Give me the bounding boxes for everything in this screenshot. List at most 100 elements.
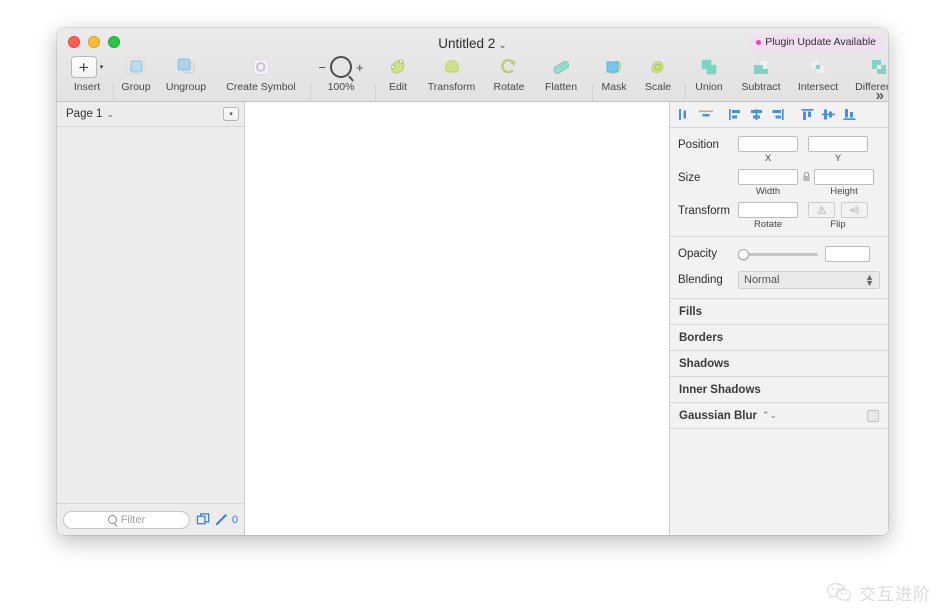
page-selector-row[interactable]: Page 1 ⌄ ▾ <box>57 102 244 127</box>
toolbar-transform[interactable]: Transform <box>419 54 484 93</box>
mask-icon <box>606 60 622 74</box>
zoom-glyph: − + <box>310 54 372 80</box>
size-height-wrap: Height <box>814 169 874 197</box>
minimize-button[interactable] <box>88 36 100 48</box>
distribute-left-icon[interactable] <box>725 105 746 125</box>
size-width-input[interactable] <box>738 169 798 185</box>
opacity-input[interactable] <box>825 246 870 262</box>
toolbar-union[interactable]: Union <box>685 54 733 93</box>
toolbar-mask[interactable]: Mask <box>592 54 636 93</box>
duplicate-icon[interactable] <box>196 512 211 527</box>
rotate-sublabel: Rotate <box>754 219 782 230</box>
zoom-out-button[interactable]: − <box>318 61 326 74</box>
section-shadows[interactable]: Shadows <box>670 351 888 377</box>
distribute-right-icon[interactable] <box>767 105 788 125</box>
sidebar-footer-icons: 0 <box>196 512 238 527</box>
toolbar-rotate-label: Rotate <box>493 81 525 93</box>
toolbar-intersect-label: Intersect <box>797 81 839 93</box>
size-width-wrap: Width <box>738 169 798 197</box>
opacity-label: Opacity <box>678 248 717 260</box>
toolbar-scale-label: Scale <box>644 81 672 93</box>
blending-label: Blending <box>678 274 723 286</box>
toolbar-insert[interactable]: + ▾ Insert <box>65 54 109 93</box>
page-list-toggle-button[interactable]: ▾ <box>223 107 239 121</box>
opacity-slider-track <box>738 253 818 256</box>
toolbar-rotate[interactable]: Rotate <box>484 54 534 93</box>
blending-row: Blending Normal ▲ ▼ <box>678 271 880 289</box>
position-y-sublabel: Y <box>834 153 842 164</box>
section-fills[interactable]: Fills <box>670 299 888 325</box>
close-button[interactable] <box>68 36 80 48</box>
align-top-icon[interactable] <box>797 105 818 125</box>
gaussian-blur-checkbox[interactable] <box>867 409 879 422</box>
filter-input[interactable]: Filter <box>63 510 190 529</box>
align-left-icon[interactable] <box>674 105 695 125</box>
section-borders-label: Borders <box>679 331 724 344</box>
toolbar: Untitled 2 ⌄ Plugin Update Available + ▾ … <box>57 28 888 118</box>
blending-selected-value: Normal <box>744 274 780 286</box>
rotate-input[interactable] <box>738 202 798 218</box>
blur-type-stepper-icon[interactable]: ⌃⌄ <box>762 410 777 421</box>
section-gaussian-blur[interactable]: Gaussian Blur ⌃⌄ <box>670 403 888 429</box>
screenshot-root: Untitled 2 ⌄ Plugin Update Available + ▾ … <box>0 0 945 615</box>
filter-placeholder-label: Filter <box>120 513 146 526</box>
zoom-in-button[interactable]: + <box>356 61 364 74</box>
toolbar-scale[interactable]: Scale <box>636 54 680 93</box>
toolbar-ungroup[interactable]: Ungroup <box>159 54 213 93</box>
position-label: Position <box>678 139 719 151</box>
section-shadows-label: Shadows <box>679 357 730 370</box>
section-inner-shadows[interactable]: Inner Shadows <box>670 377 888 403</box>
align-middle-icon[interactable] <box>818 105 839 125</box>
size-height-input[interactable] <box>814 169 874 185</box>
stepper-icon: ▲ ▼ <box>865 272 874 288</box>
blending-select[interactable]: Normal ▲ ▼ <box>738 271 880 289</box>
toolbar-create-symbol-label: Create Symbol <box>226 81 296 93</box>
pencil-icon[interactable] <box>214 512 229 527</box>
position-y-input[interactable] <box>808 136 868 152</box>
section-fills-label: Fills <box>679 305 703 318</box>
toolbar-zoom[interactable]: − + 100% <box>310 54 372 93</box>
magnifier-icon[interactable] <box>330 56 352 78</box>
position-x-input[interactable] <box>738 136 798 152</box>
opacity-slider-knob[interactable] <box>738 248 749 260</box>
rotate-glyph <box>484 54 534 80</box>
flip-horizontal-icon[interactable] <box>841 202 868 218</box>
app-window: Untitled 2 ⌄ Plugin Update Available + ▾ … <box>57 28 888 535</box>
align-bottom-icon[interactable] <box>839 105 860 125</box>
wechat-icon <box>827 582 851 602</box>
toolbar-create-symbol[interactable]: Create Symbol <box>213 54 309 93</box>
toolbar-group[interactable]: Group <box>113 54 159 93</box>
group-icon <box>126 57 146 75</box>
difference-icon <box>872 60 886 74</box>
sidebar-footer: Filter 0 <box>57 503 244 535</box>
size-row: Size Width Height <box>670 169 888 197</box>
position-x-wrap: X <box>738 136 798 164</box>
flip-sublabel: Flip <box>830 219 846 230</box>
toolbar-edit[interactable]: Edit <box>377 54 419 93</box>
align-center-horizontal-icon[interactable] <box>695 105 716 125</box>
toolbar-ungroup-label: Ungroup <box>165 81 207 93</box>
appearance-section: Opacity Blending Normal ▲ ▼ <box>670 237 888 299</box>
window-body: Page 1 ⌄ ▾ Filter 0 Position X Y Size Wi… <box>57 102 888 535</box>
flip-vertical-icon[interactable] <box>808 202 835 218</box>
layer-list[interactable] <box>57 127 244 503</box>
chevron-down-icon: ⌄ <box>106 108 114 119</box>
distribute-center-icon[interactable] <box>746 105 767 125</box>
zoom-button[interactable] <box>108 36 120 48</box>
toolbar-union-label: Union <box>695 81 723 93</box>
page-name-label: Page 1 <box>66 108 103 120</box>
size-height-sublabel: Height <box>830 186 858 197</box>
size-label: Size <box>678 172 701 184</box>
opacity-row: Opacity <box>678 246 880 262</box>
toolbar-flatten[interactable]: Flatten <box>534 54 588 93</box>
chevron-down-icon: ⌄ <box>498 40 507 51</box>
toolbar-transform-label: Transform <box>427 81 476 93</box>
rotate-icon <box>501 59 516 74</box>
section-borders[interactable]: Borders <box>670 325 888 351</box>
lock-icon[interactable] <box>801 169 811 182</box>
toolbar-intersect[interactable]: Intersect <box>789 54 847 93</box>
toolbar-subtract[interactable]: Subtract <box>733 54 789 93</box>
opacity-slider[interactable] <box>738 248 818 260</box>
canvas-area[interactable] <box>245 102 670 535</box>
plugin-update-badge[interactable]: Plugin Update Available <box>749 34 884 51</box>
